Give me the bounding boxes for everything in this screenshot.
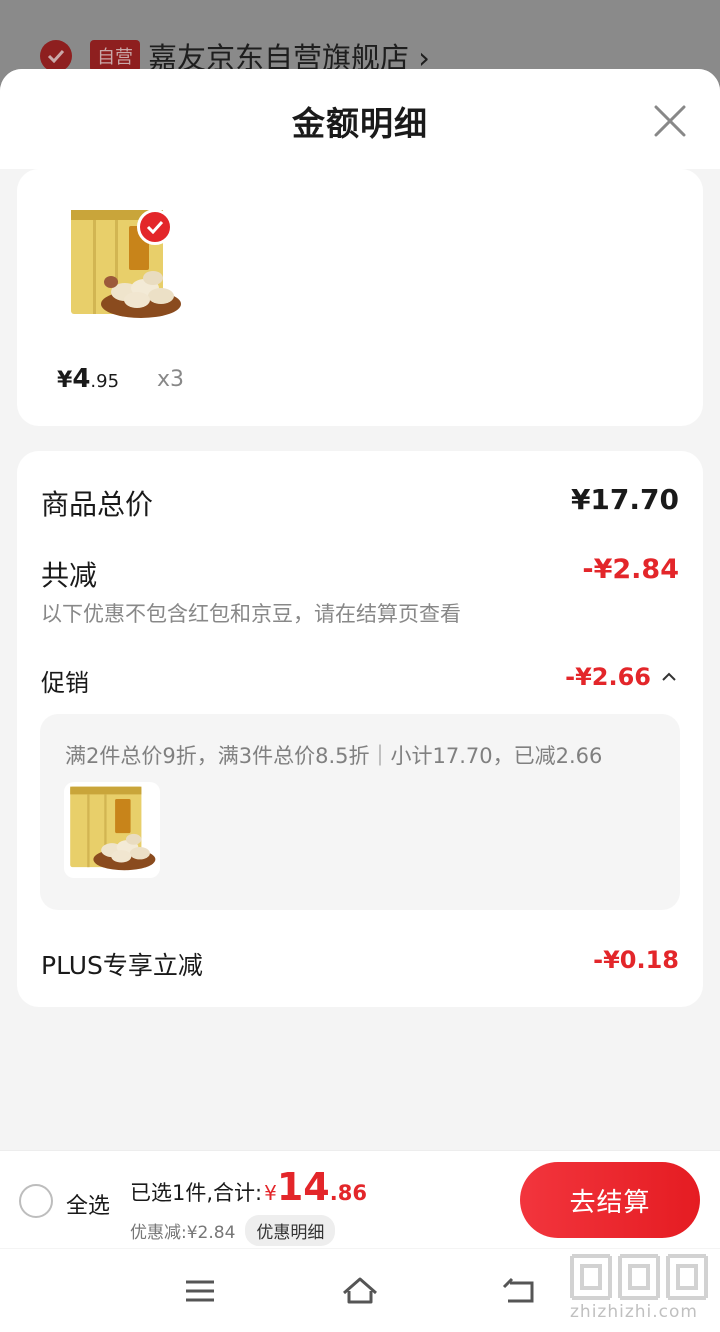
watermark-text: zhizhizhi.com bbox=[570, 1302, 698, 1322]
product-price: ¥4.95 bbox=[57, 364, 120, 394]
total-price-value: ¥17.70 bbox=[570, 483, 679, 516]
peanut-package-image bbox=[70, 786, 156, 871]
selected-count-text: 已选1件,合计: bbox=[130, 1181, 263, 1205]
product-quantity: x3 bbox=[157, 367, 185, 392]
shop-checked-icon bbox=[40, 40, 72, 72]
total-price-label: 商品总价 bbox=[41, 488, 154, 521]
total-amount-dec: .86 bbox=[329, 1181, 367, 1205]
promotion-value: -¥2.66 bbox=[565, 663, 651, 691]
check-icon bbox=[146, 220, 164, 234]
promotion-label: 促销 bbox=[41, 669, 89, 697]
plus-discount-value: -¥0.18 bbox=[593, 946, 679, 974]
plus-discount-label: PLUS专享立减 bbox=[41, 951, 203, 980]
close-button[interactable] bbox=[646, 97, 694, 145]
promotion-toggle[interactable]: -¥2.66 bbox=[565, 663, 679, 691]
product-selected-check[interactable] bbox=[137, 209, 173, 245]
total-summary: 已选1件,合计: ¥ 14 .86 bbox=[130, 1165, 367, 1209]
sheet-title: 金额明细 bbox=[292, 104, 428, 143]
chevron-up-icon bbox=[662, 672, 676, 681]
total-amount-int: 14 bbox=[276, 1165, 330, 1209]
discount-amount: 优惠减:¥2.84 bbox=[130, 1223, 236, 1243]
home-icon bbox=[343, 1277, 377, 1304]
checkout-button[interactable]: 去结算 bbox=[520, 1162, 700, 1238]
reduction-note: 以下优惠不包含红包和京豆，请在结算页查看 bbox=[41, 602, 461, 626]
back-button[interactable] bbox=[500, 1271, 540, 1311]
watermark: zhizhizhi.com bbox=[566, 1252, 714, 1332]
checkout-bar: 全选 已选1件,合计: ¥ 14 .86 优惠减:¥2.84 优惠明细 去结算 bbox=[0, 1150, 720, 1248]
select-all-label[interactable]: 全选 bbox=[66, 1188, 110, 1220]
menu-icon bbox=[186, 1280, 214, 1302]
close-icon bbox=[654, 105, 686, 137]
total-reduction-value: -¥2.84 bbox=[582, 554, 679, 585]
product-card: ¥4.95 x3 bbox=[17, 169, 703, 426]
select-all-checkbox[interactable] bbox=[19, 1184, 53, 1218]
total-reduction-label: 共减 bbox=[41, 559, 98, 592]
discount-summary: 优惠减:¥2.84 优惠明细 bbox=[130, 1215, 336, 1246]
self-operated-badge: 自营 bbox=[90, 40, 140, 72]
watermark-logo bbox=[570, 1254, 708, 1300]
amount-detail-sheet: 金额明细 ¥ 4 .95 x3 商品总价 ¥17.70 共减 -¥2.84 以下… bbox=[0, 69, 720, 1332]
discount-detail-button[interactable]: 优惠明细 bbox=[245, 1215, 336, 1246]
sheet-header: 金额明细 bbox=[0, 69, 720, 169]
promotion-description: 满2件总价9折，满3件总价8.5折｜小计17.70，已减2.66 bbox=[65, 744, 603, 768]
total-currency: ¥ bbox=[264, 1181, 277, 1205]
back-icon bbox=[502, 1277, 534, 1303]
price-breakdown-card: 商品总价 ¥17.70 共减 -¥2.84 以下优惠不包含红包和京豆，请在结算页… bbox=[17, 451, 703, 1007]
promotion-detail-box: 满2件总价9折，满3件总价8.5折｜小计17.70，已减2.66 bbox=[40, 714, 680, 910]
home-button[interactable] bbox=[340, 1271, 380, 1311]
promotion-product-thumbnail[interactable] bbox=[64, 782, 160, 878]
menu-button[interactable] bbox=[180, 1271, 220, 1311]
